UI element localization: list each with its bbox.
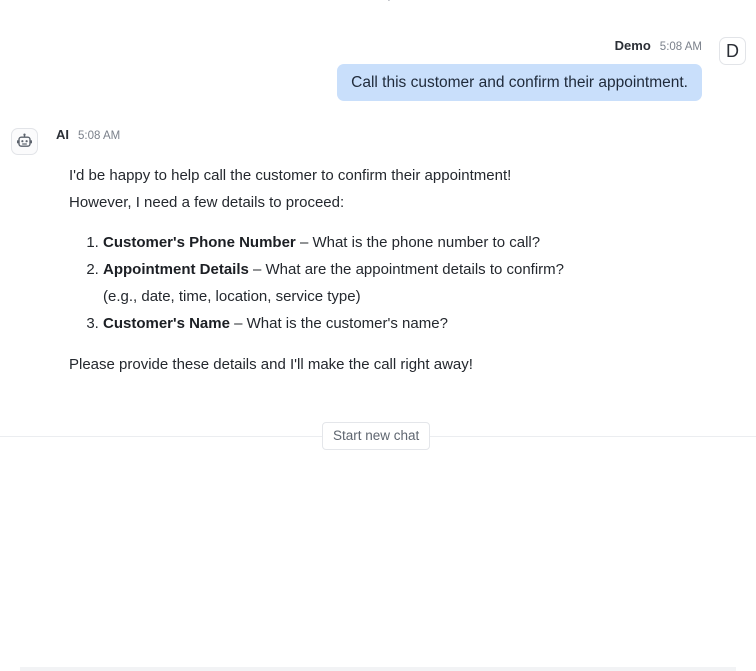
ai-closing-line: Please provide these details and I'll ma… — [69, 356, 473, 373]
ai-intro-line: However, I need a few details to proceed… — [69, 194, 345, 211]
user-message-bubble: Call this customer and confirm their app… — [337, 64, 702, 101]
list-item-title: Appointment Details — [103, 261, 249, 278]
list-item: Customer's Name – What is the customer's… — [103, 310, 689, 337]
list-item-title: Customer's Name — [103, 315, 230, 332]
ai-name: AI — [56, 127, 69, 142]
list-item: Customer's Phone Number – What is the ph… — [103, 229, 689, 256]
list-item-title: Customer's Phone Number — [103, 234, 296, 251]
ai-message-header: AI 5:08 AM — [56, 127, 120, 142]
list-item-text: – What is the customer's name? — [229, 315, 448, 332]
ai-intro-line: I'd be happy to help call the customer t… — [69, 167, 512, 184]
list-item-text: (e.g., date, time, location, service typ… — [103, 288, 361, 305]
list-item-text: – What are the appointment details to co… — [248, 261, 565, 278]
user-message-header: Demo 5:08 AM — [615, 38, 702, 53]
user-message-time: 5:08 AM — [659, 41, 702, 53]
robot-icon — [17, 133, 32, 147]
truncated-text-fragment: ʸ — [388, 0, 398, 5]
bottom-edge — [20, 667, 736, 671]
ai-message-time: 5:08 AM — [78, 130, 121, 142]
start-new-chat-button[interactable]: Start new chat — [322, 422, 431, 450]
user-avatar: D — [719, 37, 746, 65]
list-item-text: – What is the phone number to call? — [295, 234, 541, 251]
user-name: Demo — [614, 38, 651, 53]
ai-message-body: I'd be happy to help call the customer t… — [69, 162, 689, 378]
details-list: Customer's Phone Number – What is the ph… — [69, 229, 689, 337]
ai-avatar — [11, 128, 38, 155]
list-item: Appointment Details – What are the appoi… — [103, 256, 689, 310]
